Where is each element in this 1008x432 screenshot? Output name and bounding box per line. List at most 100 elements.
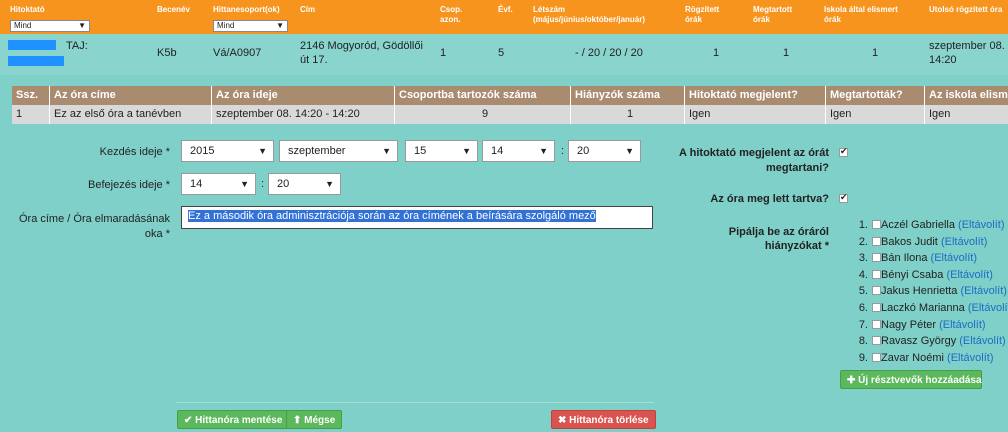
groups-cell: Vá/A0907 [213,47,262,59]
header-address[interactable]: Cím [300,5,315,15]
start-hour-select[interactable]: 14 ▼ [482,140,555,162]
column-divider [570,86,571,124]
lessons-table-header: Ssz. Az óra címe Az óra ideje Csoportba … [12,86,1008,105]
start-year-value: 2015 [190,145,215,157]
lesson-title-input[interactable]: Ez a második óra adminisztrációja során … [181,206,653,229]
remove-link[interactable]: (Eltávolít) [958,219,1004,231]
delete-lesson-button[interactable]: ✖ Hittanóra törlése [551,410,656,429]
teacher-appeared-checkbox[interactable] [839,146,848,157]
school-accepted-cell: Igen [929,108,951,120]
start-time-label: Kezdés ideje * [99,146,170,158]
teacher-filter-value: Mind [14,21,32,30]
absent-checkbox[interactable] [872,270,881,279]
end-minute-value: 20 [277,178,290,190]
column-divider [924,86,925,124]
groups-filter-select[interactable]: Mind ▼ [213,20,288,32]
start-day-select[interactable]: 15 ▼ [405,140,478,162]
end-hour-value: 14 [190,178,203,190]
chevron-down-icon: ▼ [258,146,267,156]
add-participant-button[interactable]: ✚ Új résztvevők hozzáadása [840,370,982,389]
column-divider [211,86,212,124]
participant-number: 5. [858,285,868,297]
chevron-down-icon: ▼ [462,146,471,156]
column-divider [684,86,685,124]
header-group-id[interactable]: Csop. azon. [440,5,462,25]
save-lesson-button[interactable]: ✔ Hittanóra mentése [177,410,290,429]
list-item: 1. Aczél Gabriella (Eltávolít) [852,219,1008,235]
redacted-id [8,56,64,66]
start-minute-select[interactable]: 20 ▼ [568,140,641,162]
header-headcount[interactable]: Létszám (május/június/október/január) [533,5,645,25]
participant-name: Nagy Péter [881,319,937,331]
header-year[interactable]: Évf. [498,5,513,15]
absent-checkbox[interactable] [872,286,881,295]
cancel-button[interactable]: ⬆ Mégse [286,410,343,429]
list-item: 2. Bakos Judit (Eltávolít) [852,236,1008,252]
participant-number: 1. [858,219,868,231]
table-row[interactable]: 1 Ez az első óra a tanévben szeptember 0… [12,105,1008,124]
start-minute-value: 20 [577,145,590,157]
groups-filter-value: Mind [217,21,235,30]
lesson-title-value: Ez a második óra adminisztrációja során … [188,210,596,222]
remove-link[interactable]: (Eltávolít) [947,352,993,364]
header-group-name[interactable]: Becenév [157,5,190,15]
header-teacher[interactable]: Hitoktató [10,5,45,15]
time-colon: : [561,145,565,157]
remove-link[interactable]: (Eltávolít) [939,319,985,331]
title-cell: Ez az első óra a tanévben [54,108,182,120]
group-name-cell: K5b [157,47,177,59]
chevron-down-icon: ▼ [240,179,249,189]
remove-link[interactable]: (Eltávolít) [968,302,1008,314]
start-year-select[interactable]: 2015 ▼ [181,140,274,162]
participant-name: Laczkó Marianna [881,302,965,314]
year-cell: 5 [498,47,505,59]
absent-checkbox[interactable] [872,253,881,262]
remove-link[interactable]: (Eltávolít) [931,252,977,264]
remove-link[interactable]: (Eltávolít) [946,269,992,281]
end-hour-select[interactable]: 14 ▼ [181,173,256,195]
absent-checkbox[interactable] [872,237,881,246]
remove-link[interactable]: (Eltávolít) [941,236,987,248]
participant-name: Zavar Noémi [881,352,944,364]
lesson-title-label: Óra címe / Óra elmaradásának oka * [18,213,170,240]
header-ssz: Ssz. [16,89,39,101]
lesson-held-label: Az óra meg lett tartva? [710,193,829,205]
list-item: 5. Jakus Henrietta (Eltávolít) [852,285,1008,301]
end-minute-select[interactable]: 20 ▼ [268,173,341,195]
start-month-select[interactable]: szeptember ▼ [279,140,398,162]
teacher-appeared-label: A hitoktató megjelent az órát megtartani… [679,147,829,174]
list-item: 3. Bán Ilona (Eltávolít) [852,252,1008,268]
column-divider [394,86,395,124]
absent-checkbox[interactable] [872,320,881,329]
absent-checkbox[interactable] [872,336,881,345]
table-row[interactable]: TAJ: K5b Vá/A0907 2146 Mogyoród, Gödöllő… [0,34,1008,75]
held-cell: Igen [830,108,852,120]
header-last-recorded[interactable]: Utolsó rögzített óra [929,5,1002,15]
participant-number: 6. [858,302,868,314]
recorded-cell: 1 [713,47,720,59]
list-item: 8. Ravasz György (Eltávolít) [852,335,1008,351]
header-groups[interactable]: Hittanesoport(ok) [213,5,280,15]
headcount-cell: - / 20 / 20 / 20 [575,47,643,59]
divider [176,402,654,403]
ssz-cell: 1 [16,108,23,120]
address-cell: 2146 Mogyoród, Gödöllői út 17. [300,40,423,66]
participant-number: 9. [858,352,868,364]
chevron-down-icon: ▼ [325,179,334,189]
remove-link[interactable]: (Eltávolít) [959,335,1005,347]
participant-name: Jakus Henrietta [881,285,958,297]
lesson-held-checkbox[interactable] [839,192,848,203]
header-held: Megtartották? [830,89,903,101]
header-school-accepted: Az iskola elisme [929,89,1008,101]
header-held[interactable]: Megtartott órák [753,5,792,25]
redacted-name [8,40,56,50]
participant-number: 8. [858,335,868,347]
absent-checkbox[interactable] [872,303,881,312]
participant-name: Bán Ilona [881,252,928,264]
teacher-filter-select[interactable]: Mind ▼ [10,20,90,32]
absent-checkbox[interactable] [872,220,881,229]
remove-link[interactable]: (Eltávolít) [961,285,1007,297]
header-recorded[interactable]: Rögzített órák [685,5,719,25]
absent-checkbox[interactable] [872,353,881,362]
header-accepted[interactable]: Iskola által elismert órák [824,5,898,25]
